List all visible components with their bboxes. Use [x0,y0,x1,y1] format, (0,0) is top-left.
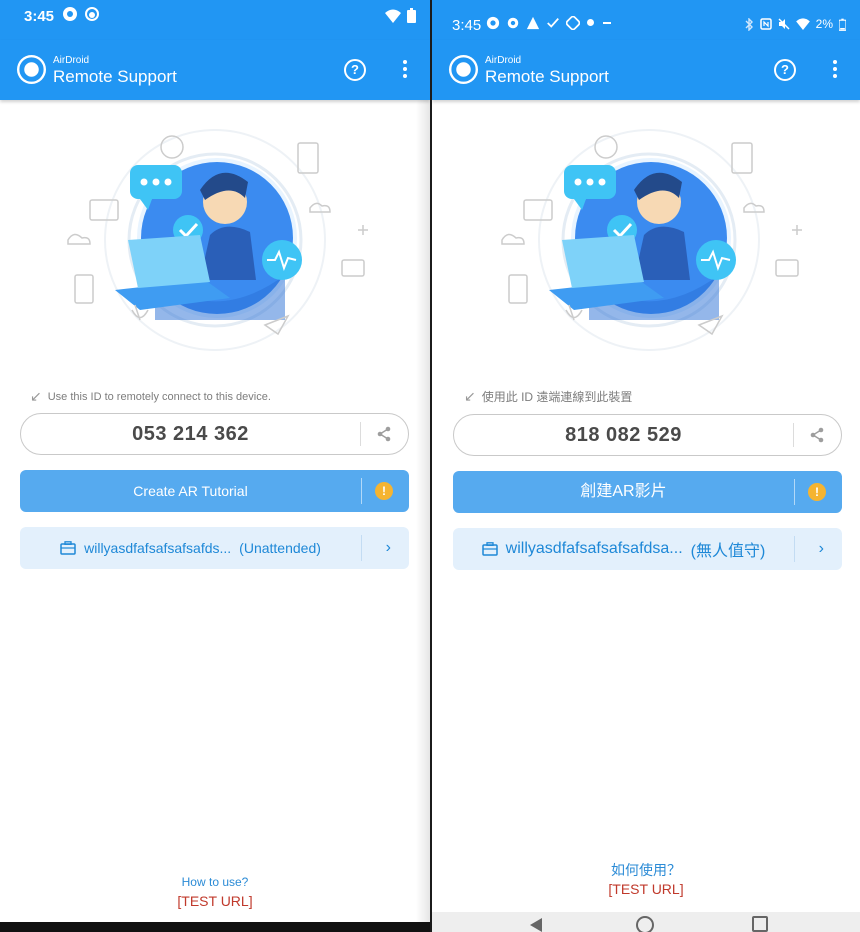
help-icon[interactable]: ? [344,59,366,81]
wifi-icon [795,18,810,30]
device-id: 053 214 362 [132,423,249,445]
ar-button-label: 創建AR影片 [580,483,667,500]
warning-icon[interactable]: ! [808,483,826,501]
lifebuoy-logo-icon [448,54,479,85]
support-agent-illustration [67,129,368,351]
id-hint-text: 使用此 ID 遠端連線到此裝置 [481,390,633,404]
nfc-icon [759,18,772,30]
sync-status-icon [566,16,580,30]
settings-status-icon [507,17,519,29]
lifebuoy-status-icon [486,16,500,30]
briefcase-icon [60,541,76,555]
divider [794,536,795,562]
lifebuoy-status-icon [63,7,77,21]
wifi-icon [385,9,401,23]
record-status-icon [85,7,99,21]
unattended-access-button[interactable]: willyasdfafsafsafsafds... (Unattended) › [20,527,409,569]
status-bar: 3:45 [0,0,430,40]
arrow-hint-icon: ↙ [464,388,476,404]
more-vert-icon[interactable] [832,60,838,80]
device-id: 818 082 529 [565,424,682,446]
create-ar-tutorial-button[interactable]: 創建AR影片 ! [453,471,842,513]
dash-status-icon [603,22,611,24]
warning-icon[interactable]: ! [375,482,393,500]
test-url-link[interactable]: [TEST URL] [432,881,860,897]
divider [793,423,794,447]
share-icon[interactable] [376,426,392,442]
phone-screen-chinese: 3:45 2% AirDroid Remote Support ? ↙ 使用此 … [432,0,860,932]
app-title: Remote Support [485,67,609,86]
alert-status-icon [526,16,540,30]
unattended-status: (Unattended) [239,540,321,556]
home-icon[interactable] [636,916,654,932]
brand-name: AirDroid [485,55,522,66]
bluetooth-icon [745,17,753,31]
ar-button-label: Create AR Tutorial [133,483,248,499]
battery-percent: 2% [815,17,833,31]
check-status-icon [547,18,559,28]
divider [794,479,795,505]
app-bar: AirDroid Remote Support ? [432,40,860,100]
how-to-use-link[interactable]: 如何使用？ [432,860,860,880]
more-vert-icon[interactable] [402,60,408,80]
lifebuoy-logo-icon [16,54,47,85]
status-time: 3:45 [24,8,55,25]
test-url-link[interactable]: [TEST URL] [0,893,430,909]
unattended-device-name: willyasdfafsafsafsafdsa... [505,540,683,557]
chevron-right-icon[interactable]: › [386,539,391,557]
status-time: 3:45 [452,17,482,34]
divider [361,478,362,504]
device-id-field: 818 082 529 [453,414,842,456]
device-id-field: 053 214 362 [20,413,409,455]
brand-name: AirDroid [53,55,90,66]
unattended-status: (無人值守) [690,543,766,560]
divider [361,535,362,561]
app-bar: AirDroid Remote Support ? [0,40,430,100]
arrow-hint-icon: ↙ [30,388,42,404]
unattended-access-button[interactable]: willyasdfafsafsafsafdsa... (無人值守) › [453,528,842,570]
how-to-use-link[interactable]: How to use? [0,875,430,889]
app-title: Remote Support [53,67,177,86]
phone-screen-english: 3:45 AirDroid Remote Support ? ↙ Use thi… [0,0,430,932]
help-icon[interactable]: ? [774,59,796,81]
briefcase-icon [481,542,498,556]
search-status-icon [587,19,594,26]
chevron-right-icon[interactable]: › [819,540,824,558]
recent-apps-icon[interactable] [752,916,768,932]
status-bar: 3:45 2% [432,0,860,40]
battery-icon [407,8,416,23]
battery-icon [839,18,846,31]
support-agent-illustration [501,129,802,351]
id-hint: ↙ Use this ID to remotely connect to thi… [30,388,271,405]
unattended-device-name: willyasdfafsafsafsafds... [84,540,232,556]
id-hint: ↙ 使用此 ID 遠端連線到此裝置 [464,388,632,405]
share-icon[interactable] [809,427,825,443]
divider [360,422,361,446]
navigation-bar [432,912,860,932]
back-icon[interactable] [530,918,542,932]
id-hint-text: Use this ID to remotely connect to this … [47,390,271,403]
create-ar-tutorial-button[interactable]: Create AR Tutorial ! [20,470,409,512]
mute-icon [778,18,790,30]
bottom-edge [0,922,430,932]
